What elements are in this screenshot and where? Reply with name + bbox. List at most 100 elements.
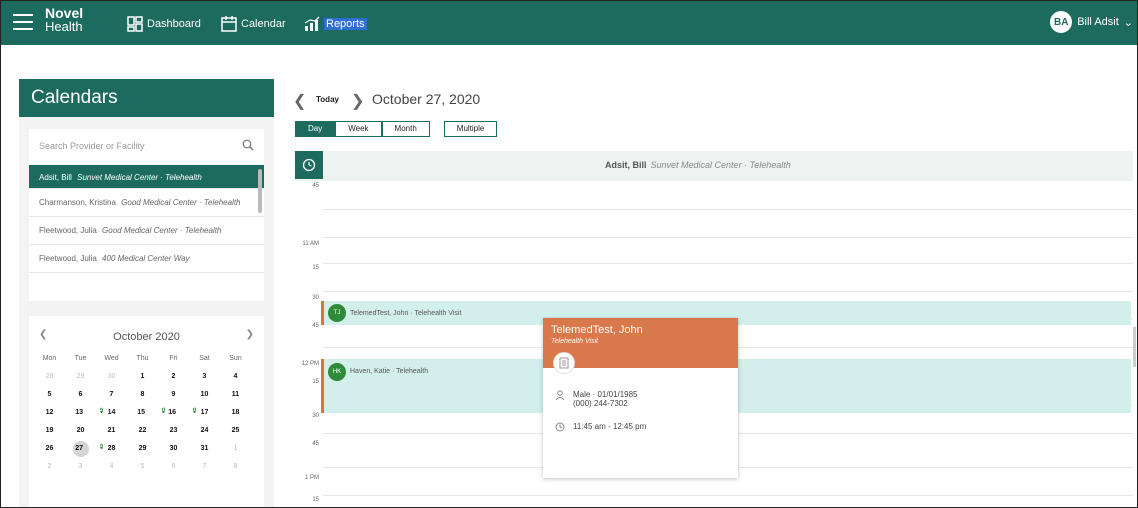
- weekday-label: Tue: [74, 355, 87, 362]
- weekday-label: Sun: [229, 355, 242, 362]
- nav-dashboard-label: Dashboard: [147, 18, 201, 30]
- day-number: 18: [231, 409, 240, 416]
- day-number: 5: [47, 391, 52, 398]
- mini-calendar-day[interactable]: 30: [158, 440, 189, 458]
- mini-calendar-day[interactable]: 7: [96, 386, 127, 404]
- mini-calendar-day[interactable]: 11: [220, 386, 251, 404]
- day-number: 1: [233, 445, 238, 452]
- mini-calendar-day[interactable]: 3: [189, 368, 220, 386]
- appointment-popup[interactable]: TelemedTest, John Telehealth Visit Male …: [543, 318, 738, 478]
- multiple-button[interactable]: Multiple: [443, 121, 498, 137]
- time-label: 11 AM: [302, 241, 319, 247]
- mini-calendar-day[interactable]: 29: [127, 440, 158, 458]
- mini-calendar-day[interactable]: 5: [127, 458, 158, 476]
- mini-calendar-day[interactable]: 19: [34, 422, 65, 440]
- day-number: 8: [140, 391, 145, 398]
- mini-calendar-day[interactable]: 22: [127, 422, 158, 440]
- grid-line: [323, 237, 1133, 238]
- day-number: 28: [45, 373, 54, 380]
- weekday-label: Mon: [42, 355, 57, 362]
- mini-calendar-day[interactable]: 4: [96, 458, 127, 476]
- day-number: 21: [107, 427, 116, 434]
- mini-calendar-day[interactable]: 1: [127, 368, 158, 386]
- day-number: 10: [200, 391, 209, 398]
- mini-calendar-day[interactable]: 29: [65, 368, 96, 386]
- mini-calendar-day[interactable]: 26: [34, 440, 65, 458]
- mini-calendar-day[interactable]: 20: [65, 422, 96, 440]
- nav-reports[interactable]: Reports: [304, 15, 367, 33]
- popup-visit-type: Telehealth Visit: [551, 338, 599, 345]
- avatar: BA: [1050, 11, 1073, 33]
- user-menu[interactable]: BA Bill Adsit ⌄: [1050, 11, 1133, 33]
- nav-calendar[interactable]: Calendar: [221, 15, 286, 33]
- mini-calendar-day[interactable]: 10: [189, 386, 220, 404]
- day-number: 5: [140, 463, 145, 470]
- provider-search-input[interactable]: Search Provider or Facility: [29, 129, 264, 165]
- reports-icon: [304, 16, 320, 31]
- mini-calendar-day[interactable]: 24: [189, 422, 220, 440]
- mini-calendar-day[interactable]: 28: [34, 368, 65, 386]
- mini-calendar-day[interactable]: 6: [158, 458, 189, 476]
- provider-list-panel: Search Provider or Facility Adsit, Bill …: [29, 129, 264, 301]
- mini-calendar-day[interactable]: 6: [65, 386, 96, 404]
- provider-item[interactable]: Fleetwood, Julia 400 Medical Center Way: [29, 245, 264, 273]
- day-number: 8: [233, 463, 238, 470]
- mini-calendar-day[interactable]: 23: [158, 422, 189, 440]
- chevron-left-icon[interactable]: ❮: [293, 91, 306, 111]
- tab-week[interactable]: Week: [335, 121, 382, 137]
- mini-calendar-day[interactable]: 4: [220, 368, 251, 386]
- mini-calendar-day[interactable]: 7: [189, 458, 220, 476]
- provider-item[interactable]: Adsit, Bill Sunvet Medical Center · Tele…: [29, 165, 264, 189]
- chevron-left-icon[interactable]: ❮: [39, 329, 47, 340]
- clock-icon[interactable]: [295, 151, 323, 179]
- mini-calendar-day[interactable]: 3: [65, 458, 96, 476]
- tab-day[interactable]: Day: [295, 121, 336, 137]
- provider-item[interactable]: Fleetwood, Julia Good Medical Center · T…: [29, 217, 264, 245]
- provider-detail: Sunvet Medical Center · Telehealth: [77, 173, 202, 182]
- day-number: 29: [76, 373, 85, 380]
- mini-calendar-day[interactable]: 2: [158, 368, 189, 386]
- time-label: 12 PM: [301, 361, 319, 367]
- time-label: 15: [312, 379, 319, 385]
- dashboard-icon: [127, 16, 143, 32]
- menu-icon[interactable]: [13, 14, 33, 30]
- grid-line: [323, 291, 1133, 292]
- grid-line: [323, 263, 1133, 264]
- appointment-label: TelemedTest, John · Telehealth Visit: [350, 309, 462, 317]
- view-tabs: Day Week Month Multiple: [295, 121, 498, 137]
- calendar-icon: [221, 16, 237, 32]
- mini-calendar-day[interactable]: 8: [127, 386, 158, 404]
- mini-calendar-day-today[interactable]: 27 2: [65, 440, 103, 458]
- mini-calendar-day[interactable]: 1: [220, 440, 251, 458]
- mini-calendar-day[interactable]: 9: [158, 386, 189, 404]
- video-visit-icon: TJ: [328, 304, 346, 322]
- mini-calendar-day[interactable]: 31: [189, 440, 220, 458]
- mini-calendar-day[interactable]: 2: [34, 458, 65, 476]
- mini-calendar-day[interactable]: 30: [96, 368, 127, 386]
- appointment-count-badge: 1: [193, 407, 196, 413]
- day-number: 9: [171, 391, 176, 398]
- today-button[interactable]: Today: [316, 95, 339, 104]
- brand-logo[interactable]: Novel Health: [45, 6, 83, 34]
- provider-item[interactable]: Charmanson, Kristina Good Medical Center…: [29, 189, 264, 217]
- mini-calendar-day[interactable]: 12: [34, 404, 65, 422]
- nav-dashboard[interactable]: Dashboard: [127, 15, 201, 33]
- mini-calendar-day[interactable]: 8: [220, 458, 251, 476]
- search-icon[interactable]: [242, 139, 254, 151]
- weekday-label: Fri: [169, 355, 178, 362]
- mini-calendar-day[interactable]: 18: [220, 404, 251, 422]
- calendar-scrollbar[interactable]: [1133, 327, 1136, 367]
- mini-calendar-day[interactable]: 5: [34, 386, 65, 404]
- appointment-label: Haven, Katie · Telehealth: [350, 368, 429, 375]
- tab-month[interactable]: Month: [381, 121, 430, 137]
- provider-list-scrollbar[interactable]: [258, 169, 262, 213]
- time-label: 30: [312, 413, 319, 419]
- day-number: 27: [75, 445, 83, 452]
- chevron-right-icon[interactable]: ❯: [246, 329, 254, 340]
- mini-calendar-day[interactable]: 25: [220, 422, 251, 440]
- mini-calendar-day[interactable]: 21: [96, 422, 127, 440]
- mini-calendar-grid: Mon Tue Wed Thu Fri Sat Sun 28 29 30 1 2 3 4 5 6 7 8 9 10 11…: [29, 350, 264, 476]
- mini-calendar-day[interactable]: 13 2: [65, 404, 103, 422]
- mini-calendar-day[interactable]: 15 1: [127, 404, 165, 422]
- chevron-right-icon[interactable]: ❯: [351, 91, 364, 111]
